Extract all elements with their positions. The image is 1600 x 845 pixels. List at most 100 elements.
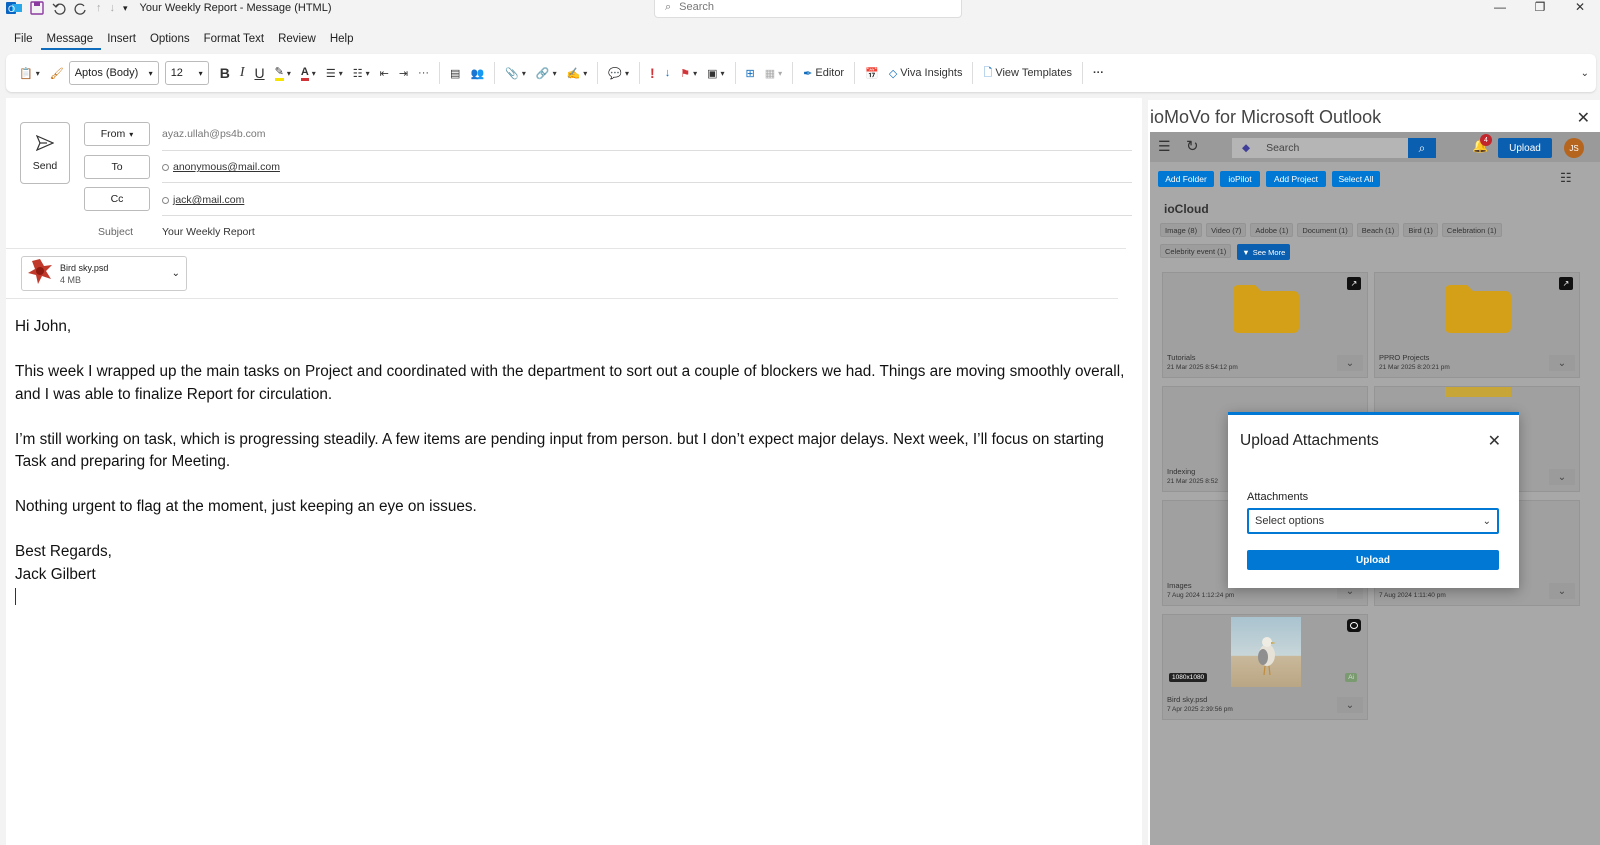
card-dropdown-icon[interactable]: ⌄ [1337,697,1363,713]
more-format-button[interactable]: ··· [413,61,434,85]
panel-search-box[interactable]: ◆ Search [1232,138,1408,158]
check-names-button[interactable]: 👥 [465,61,489,85]
select-checkbox-icon[interactable] [1347,619,1361,632]
save-icon[interactable] [30,1,44,15]
folder-card-tutorials[interactable]: ↗ Tutorials 21 Mar 2025 8:54:12 pm ⌄ [1162,272,1368,378]
menu-format-text[interactable]: Format Text [198,28,273,50]
menu-review[interactable]: Review [272,28,324,50]
format-painter-button[interactable]: 🖌 [45,61,69,85]
subject-input[interactable]: Your Weekly Report [162,226,255,238]
menu-help[interactable]: Help [324,28,362,50]
dialog-upload-button[interactable]: Upload [1247,550,1499,570]
refresh-icon[interactable]: ↻ [1186,137,1199,155]
loop-button[interactable]: 💬 ▾ [603,61,634,85]
file-card-bird-sky[interactable]: 1080x1080 Ai Bird sky.psd 7 Apr 2025 2:39… [1162,614,1368,720]
open-external-icon[interactable]: ↗ [1559,277,1573,290]
message-body[interactable]: Hi John, This week I wrapped up the main… [15,316,1125,605]
dialog-close-icon[interactable]: ✕ [1488,431,1501,451]
tag-beach[interactable]: Beach (1) [1356,223,1400,237]
redo-icon[interactable] [74,1,88,15]
tag-celebration[interactable]: Celebration (1) [1441,223,1502,237]
ribbon-collapse-icon[interactable]: ⌄ [1576,61,1594,85]
card-dropdown-icon[interactable]: ⌄ [1337,355,1363,371]
minimize-icon[interactable]: — [1480,0,1520,14]
decrease-indent-button[interactable]: ⇤ [375,61,394,85]
send-icon [35,134,55,154]
italic-button[interactable]: I [235,61,250,85]
top-search-box[interactable]: ⌕ Search [654,0,962,18]
open-external-icon[interactable]: ↗ [1347,277,1361,290]
card-dropdown-icon[interactable]: ⌄ [1549,355,1575,371]
font-size-select[interactable]: 12 ▾ [164,61,209,85]
tag-document[interactable]: Document (1) [1297,223,1353,237]
bullets-button[interactable]: ☰ ▾ [321,61,348,85]
menu-options[interactable]: Options [144,28,198,50]
menu-message[interactable]: Message [40,28,102,50]
chevron-down-icon[interactable]: ⌄ [172,268,180,279]
panel-upload-button[interactable]: Upload [1498,138,1552,158]
to-recipient[interactable]: anonymous@mail.com [173,161,280,173]
tags-button[interactable]: ▣ ▾ [702,61,729,85]
to-field[interactable]: anonymous@mail.com [162,161,280,173]
iopilot-button[interactable]: ioPilot [1220,171,1260,187]
viva-insights-button[interactable]: ◇ Viva Insights [884,61,968,85]
see-more-button[interactable]: ▼ See More [1237,244,1291,260]
menu-insert[interactable]: Insert [101,28,144,50]
to-button[interactable]: To [84,155,150,179]
menu-file[interactable]: File [0,28,41,50]
panel-close-icon[interactable]: ✕ [1577,108,1590,128]
increase-indent-button[interactable]: ⇥ [394,61,413,85]
tag-video[interactable]: Video (7) [1206,223,1247,237]
cc-recipient[interactable]: jack@mail.com [173,194,244,206]
view-templates-button[interactable]: 🗋 View Templates [978,61,1077,85]
attachment-chip[interactable]: Bird sky.psd 4 MB ⌄ [21,256,187,291]
send-button[interactable]: Send [20,122,70,184]
cc-button[interactable]: Cc [84,187,150,211]
card-dropdown-icon[interactable]: ⌄ [1549,469,1575,485]
follow-up-button[interactable]: ⚑ ▾ [675,61,702,85]
header-divider [162,215,1132,216]
close-window-icon[interactable]: ✕ [1560,0,1600,14]
sensitivity-button[interactable]: ▦ ▾ [760,61,787,85]
arrow-up-icon[interactable]: ↑ [96,2,102,14]
tag-celebrity-event[interactable]: Celebrity event (1) [1160,244,1232,258]
attach-file-button[interactable]: 📎 ▾ [500,61,531,85]
from-button[interactable]: From ▾ [84,122,150,146]
editor-button[interactable]: ✒ Editor [798,61,849,85]
select-all-button[interactable]: Select All [1332,171,1380,187]
high-importance-button[interactable]: ! [645,61,660,85]
folder-card-ppro-projects[interactable]: ↗ PPRO Projects 21 Mar 2025 8:20:21 pm ⌄ [1374,272,1580,378]
numbering-button[interactable]: ☷ ▾ [348,61,375,85]
paste-button[interactable]: 📋 ▾ [14,61,45,85]
low-importance-button[interactable]: ↓ [660,61,676,85]
list-view-icon[interactable]: ☷ [1560,170,1572,186]
undo-icon[interactable] [52,1,66,15]
underline-button[interactable]: U [249,61,269,85]
ribbon-more-button[interactable]: ··· [1088,61,1109,85]
customize-qat-icon[interactable]: ▾ [123,3,128,14]
tag-bird[interactable]: Bird (1) [1403,223,1438,237]
avatar[interactable]: JS [1564,138,1584,158]
panel-search-button[interactable]: ⌕ [1408,138,1436,158]
add-folder-button[interactable]: Add Folder [1158,171,1214,187]
signature-button[interactable]: ✍ ▾ [562,61,593,85]
restore-icon[interactable]: ❐ [1520,0,1560,14]
tag-adobe[interactable]: Adobe (1) [1250,223,1294,237]
chat-icon: 💬 [608,67,622,80]
font-color-button[interactable]: A ▾ [296,61,321,85]
font-family-select[interactable]: Aptos (Body) ▾ [68,61,159,85]
bold-button[interactable]: B [215,61,235,85]
highlight-button[interactable]: ✎ ▾ [270,61,296,85]
add-project-button[interactable]: Add Project [1266,171,1326,187]
link-button[interactable]: 🔗 ▾ [531,61,562,85]
address-book-button[interactable]: ▤ [445,61,465,85]
card-dropdown-icon[interactable]: ⌄ [1549,583,1575,599]
resolution-badge: 1080x1080 [1169,673,1208,682]
tag-image[interactable]: Image (8) [1160,223,1203,237]
attachments-select[interactable]: Select options ⌄ [1247,508,1499,534]
schedule-button[interactable]: 📅 [860,61,884,85]
hamburger-menu-icon[interactable]: ☰ [1158,138,1171,155]
arrow-down-icon[interactable]: ↓ [110,2,116,14]
apps-button[interactable]: ⊞ [741,61,760,85]
cc-field[interactable]: jack@mail.com [162,194,244,206]
